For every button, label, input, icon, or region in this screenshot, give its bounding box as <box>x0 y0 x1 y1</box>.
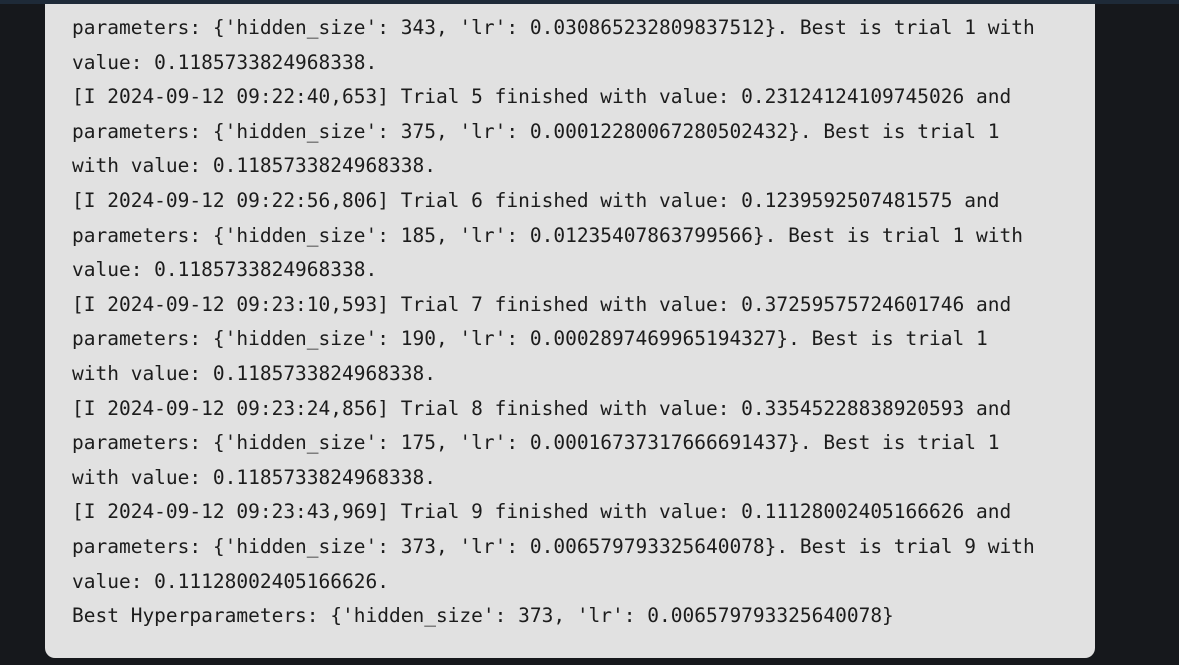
log-line-12: [I 2024-09-12 09:23:24,856] Trial 8 fini… <box>72 396 1012 420</box>
log-line-9: [I 2024-09-12 09:23:10,593] Trial 7 fini… <box>72 292 1012 316</box>
log-line-4: parameters: {'hidden_size': 375, 'lr': 0… <box>72 119 1000 143</box>
log-line-3: [I 2024-09-12 09:22:40,653] Trial 5 fini… <box>72 85 1012 109</box>
code-output-panel: parameters: {'hidden_size': 343, 'lr': 0… <box>45 4 1095 658</box>
log-line-7: parameters: {'hidden_size': 185, 'lr': 0… <box>72 223 1023 247</box>
best-hyperparameters-line: Best Hyperparameters: {'hidden_size': 37… <box>72 604 894 628</box>
log-line-8: value: 0.1185733824968338. <box>72 258 378 282</box>
log-line-2: value: 0.1185733824968338. <box>72 50 378 74</box>
log-line-14: with value: 0.1185733824968338. <box>72 465 436 489</box>
log-line-15: [I 2024-09-12 09:23:43,969] Trial 9 fini… <box>72 500 1012 524</box>
log-line-17: value: 0.11128002405166626. <box>72 569 389 593</box>
log-line-6: [I 2024-09-12 09:22:56,806] Trial 6 fini… <box>72 188 1000 212</box>
log-line-13: parameters: {'hidden_size': 175, 'lr': 0… <box>72 431 1000 455</box>
log-line-1: parameters: {'hidden_size': 343, 'lr': 0… <box>72 16 1035 39</box>
log-line-16: parameters: {'hidden_size': 373, 'lr': 0… <box>72 534 1035 558</box>
log-line-11: with value: 0.1185733824968338. <box>72 361 436 385</box>
log-line-5: with value: 0.1185733824968338. <box>72 154 436 178</box>
log-line-10: parameters: {'hidden_size': 190, 'lr': 0… <box>72 327 988 351</box>
